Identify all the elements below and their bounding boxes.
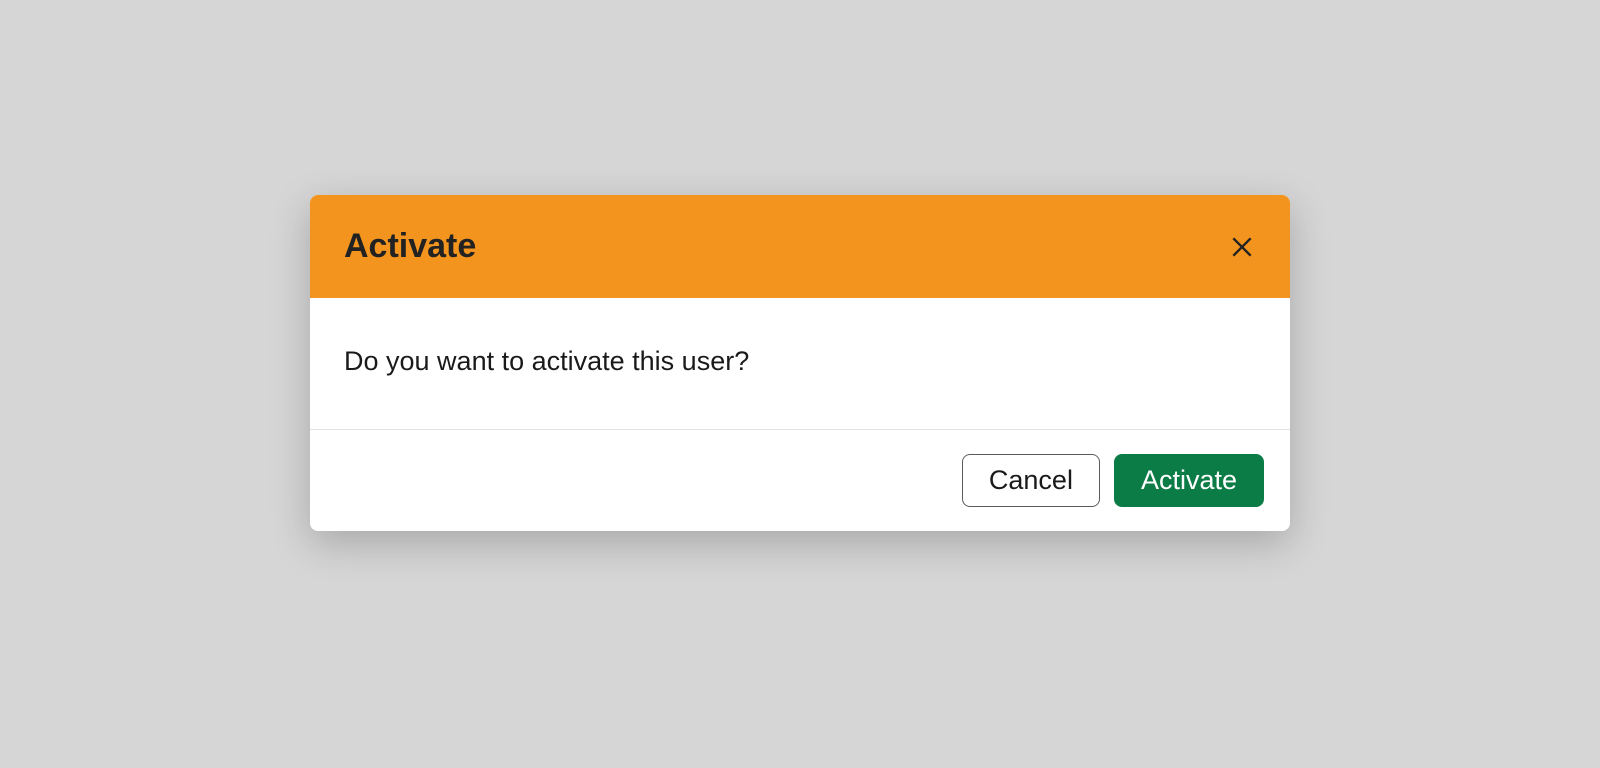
dialog-title: Activate [344, 227, 476, 266]
dialog-body: Do you want to activate this user? [310, 298, 1290, 430]
dialog-message: Do you want to activate this user? [344, 346, 1256, 377]
dialog-footer: Cancel Activate [310, 430, 1290, 531]
confirmation-dialog: Activate Do you want to activate this us… [310, 195, 1290, 531]
activate-button[interactable]: Activate [1114, 454, 1264, 507]
cancel-button[interactable]: Cancel [962, 454, 1100, 507]
close-icon [1229, 234, 1255, 260]
dialog-header: Activate [310, 195, 1290, 298]
close-button[interactable] [1228, 233, 1256, 261]
